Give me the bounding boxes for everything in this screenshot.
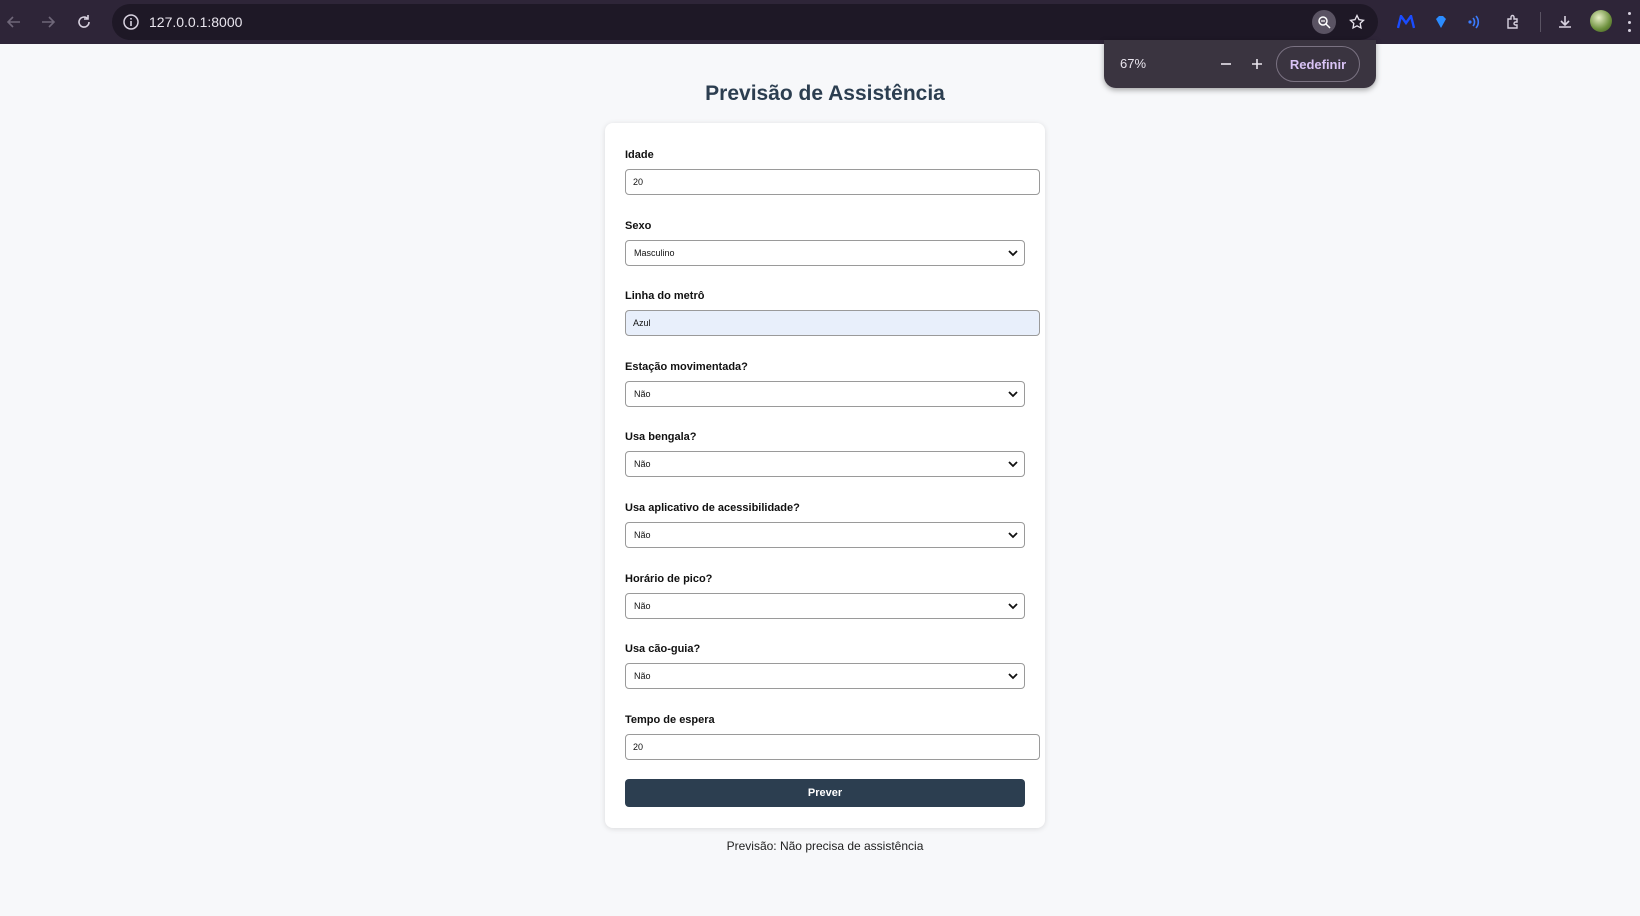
plus-icon xyxy=(1252,59,1262,69)
forward-button[interactable] xyxy=(34,8,62,36)
toolbar-separator xyxy=(1540,12,1541,32)
menu-dot-icon xyxy=(1627,20,1631,24)
reload-icon xyxy=(78,15,90,28)
estacao-label: Estação movimentada? xyxy=(625,361,748,373)
caoguia-selected-value: Não xyxy=(634,671,651,681)
back-button[interactable] xyxy=(0,8,28,36)
aplicativo-selected-value: Não xyxy=(634,530,651,540)
page-title: Previsão de Assistência xyxy=(705,82,945,105)
zoom-out-button[interactable] xyxy=(1214,52,1238,76)
menu-dot-icon xyxy=(1627,12,1631,15)
caoguia-select[interactable]: Não xyxy=(625,663,1025,689)
reload-button[interactable] xyxy=(70,8,98,36)
sexo-select[interactable]: Masculino xyxy=(625,240,1025,266)
zoom-magnifier-icon xyxy=(1318,16,1331,29)
gem-icon xyxy=(1436,16,1446,28)
idade-input[interactable]: 20 xyxy=(625,169,1040,195)
caoguia-label: Usa cão-guia? xyxy=(625,643,701,655)
url-text[interactable]: 127.0.0.1:8000 xyxy=(149,14,242,30)
profile-avatar[interactable] xyxy=(1590,10,1612,32)
download-icon xyxy=(1559,16,1571,28)
chevron-down-icon xyxy=(1008,250,1018,257)
linha-label: Linha do metrô xyxy=(625,290,705,302)
chevron-down-icon xyxy=(1008,391,1018,398)
chevron-down-icon xyxy=(1008,603,1018,610)
espera-input[interactable]: 20 xyxy=(625,734,1040,760)
m-logo-icon xyxy=(1397,15,1415,29)
arrow-left-icon xyxy=(6,16,20,28)
linha-input[interactable]: Azul xyxy=(625,310,1040,336)
estacao-selected-value: Não xyxy=(634,389,651,399)
zoom-reset-button[interactable]: Redefinir xyxy=(1276,46,1360,82)
prediction-form: Idade 20 Sexo Masculino Linha do metrô A… xyxy=(605,123,1045,828)
estacao-select[interactable]: Não xyxy=(625,381,1025,407)
prediction-result: Previsão: Não precisa de assistência xyxy=(726,839,924,853)
wireless-icon xyxy=(1468,15,1480,29)
bengala-label: Usa bengala? xyxy=(625,431,697,443)
extension-m-button[interactable] xyxy=(1393,9,1419,35)
zoom-level-text: 67% xyxy=(1120,56,1147,71)
bengala-selected-value: Não xyxy=(634,459,651,469)
extension-wireless-button[interactable] xyxy=(1462,9,1488,35)
chevron-down-icon xyxy=(1008,532,1018,539)
pico-label: Horário de pico? xyxy=(625,573,713,585)
chevron-down-icon xyxy=(1008,461,1018,468)
browser-menu-button[interactable] xyxy=(1626,12,1632,32)
chevron-down-icon xyxy=(1008,673,1018,680)
sexo-label: Sexo xyxy=(625,220,652,232)
star-icon xyxy=(1349,14,1365,30)
extension-gem-button[interactable] xyxy=(1428,9,1454,35)
bookmark-button[interactable] xyxy=(1346,11,1368,33)
zoom-in-button[interactable] xyxy=(1245,52,1269,76)
info-icon[interactable] xyxy=(122,13,140,31)
sexo-selected-value: Masculino xyxy=(634,248,675,258)
pico-select[interactable]: Não xyxy=(625,593,1025,619)
pico-selected-value: Não xyxy=(634,601,651,611)
extensions-button[interactable] xyxy=(1500,9,1526,35)
idade-label: Idade xyxy=(625,149,654,161)
bengala-select[interactable]: Não xyxy=(625,451,1025,477)
address-bar[interactable]: 127.0.0.1:8000 xyxy=(112,4,1378,40)
zoom-indicator-button[interactable] xyxy=(1312,10,1336,34)
minus-icon xyxy=(1221,63,1231,65)
browser-toolbar: 127.0.0.1:8000 xyxy=(0,0,1640,44)
arrow-right-icon xyxy=(42,16,56,28)
downloads-button[interactable] xyxy=(1552,9,1578,35)
aplicativo-label: Usa aplicativo de acessibilidade? xyxy=(625,502,800,514)
prever-button[interactable]: Prever xyxy=(625,779,1025,807)
espera-label: Tempo de espera xyxy=(625,714,715,726)
zoom-popup: 67% Redefinir xyxy=(1104,40,1376,88)
menu-dot-icon xyxy=(1627,29,1631,32)
puzzle-icon xyxy=(1507,14,1518,29)
aplicativo-select[interactable]: Não xyxy=(625,522,1025,548)
